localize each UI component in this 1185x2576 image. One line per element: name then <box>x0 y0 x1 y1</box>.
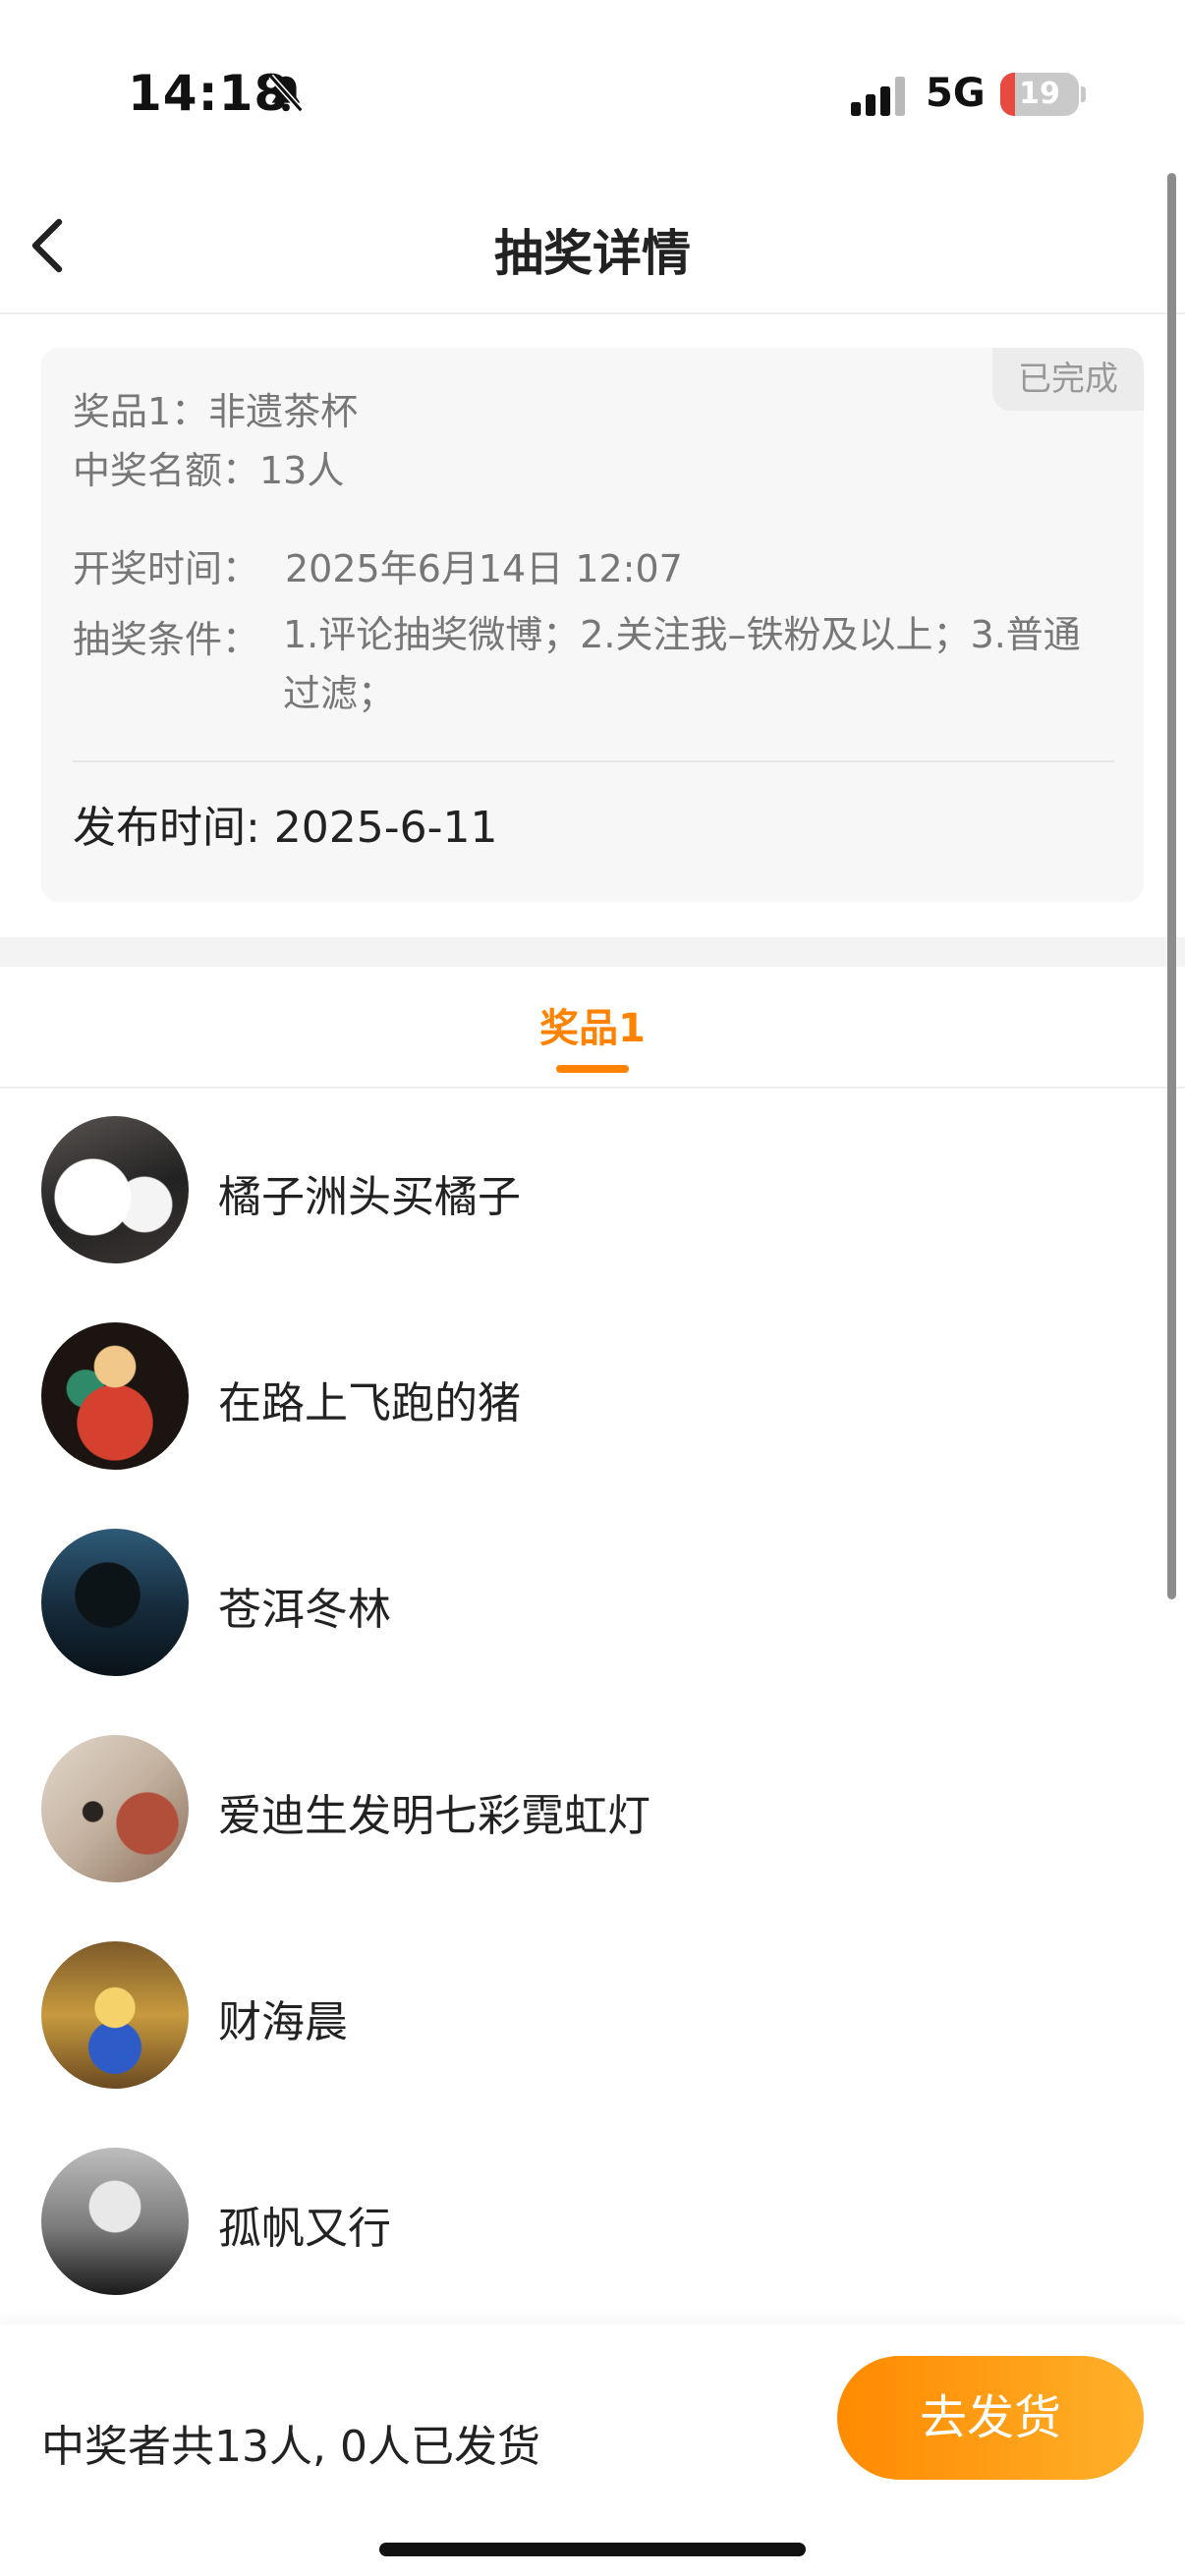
winner-name: 孤帆又行 <box>218 2204 391 2254</box>
battery-level: 19 <box>1019 77 1060 111</box>
list-item[interactable]: 在路上飞跑的猪 <box>0 1295 1185 1501</box>
winner-summary: 中奖者共13人, 0人已发货 <box>41 2422 540 2472</box>
lottery-info-card: 已完成 奖品1：非遗茶杯 中奖名额：13人 开奖时间： 2025年6月14日 12… <box>41 348 1144 902</box>
conditions-value: 1.评论抽奖微博；2.关注我–铁粉及以上；3.普通过滤； <box>283 613 1081 715</box>
tab-active-indicator <box>556 1065 629 1073</box>
avatar <box>41 1529 189 1676</box>
winner-name: 财海晨 <box>218 1997 348 2047</box>
draw-time-row: 开奖时间： 2025年6月14日 12:07 <box>73 538 683 592</box>
quota-line: 中奖名额：13人 <box>73 449 345 492</box>
section-gap <box>0 937 1185 967</box>
list-item[interactable]: 孤帆又行 <box>0 2120 1185 2323</box>
prize-tab-bar: 奖品1 <box>0 967 1185 1089</box>
ship-button[interactable]: 去发货 <box>837 2356 1144 2480</box>
list-item[interactable]: 苍洱冬林 <box>0 1501 1185 1708</box>
home-indicator[interactable] <box>379 2543 806 2556</box>
winner-name: 苍洱冬林 <box>218 1585 391 1635</box>
status-bar: 14:18 5G 19 <box>0 0 1185 167</box>
network-type: 5G <box>926 71 986 116</box>
battery-tip <box>1081 86 1086 102</box>
page-title: 抽奖详情 <box>494 225 691 282</box>
publish-time: 发布时间: 2025-6-11 <box>73 803 498 853</box>
battery-icon: 19 <box>1000 73 1079 116</box>
draw-time-value: 2025年6月14日 12:07 <box>285 547 683 590</box>
avatar <box>41 1941 189 2089</box>
winner-list: 橘子洲头买橘子 在路上飞跑的猪 苍洱冬林 爱迪生发明七彩霓虹灯 财海晨 孤帆又行 <box>0 1089 1185 2323</box>
avatar <box>41 1735 189 1882</box>
conditions-label: 抽奖条件： <box>73 618 260 661</box>
signal-bars-icon <box>851 77 905 116</box>
nav-bar: 抽奖详情 <box>0 167 1185 314</box>
avatar <box>41 2148 189 2295</box>
winner-name: 爱迪生发明七彩霓虹灯 <box>218 1791 650 1841</box>
list-item[interactable]: 爱迪生发明七彩霓虹灯 <box>0 1708 1185 1914</box>
prize-line: 奖品1：非遗茶杯 <box>73 390 359 433</box>
divider <box>73 760 1114 762</box>
draw-time-label: 开奖时间： <box>73 547 260 590</box>
winner-name: 在路上飞跑的猪 <box>218 1378 521 1428</box>
avatar <box>41 1116 189 1263</box>
list-item[interactable]: 橘子洲头买橘子 <box>0 1089 1185 1295</box>
scrollbar[interactable] <box>1167 173 1176 1599</box>
tab-prize-1[interactable]: 奖品1 <box>0 996 1185 1053</box>
avatar <box>41 1322 189 1470</box>
footer-bar: 中奖者共13人, 0人已发货 去发货 <box>0 2324 1185 2576</box>
winner-name: 橘子洲头买橘子 <box>218 1172 521 1222</box>
status-badge: 已完成 <box>992 348 1144 411</box>
list-item[interactable]: 财海晨 <box>0 1914 1185 2120</box>
bell-slash-icon <box>268 74 304 113</box>
